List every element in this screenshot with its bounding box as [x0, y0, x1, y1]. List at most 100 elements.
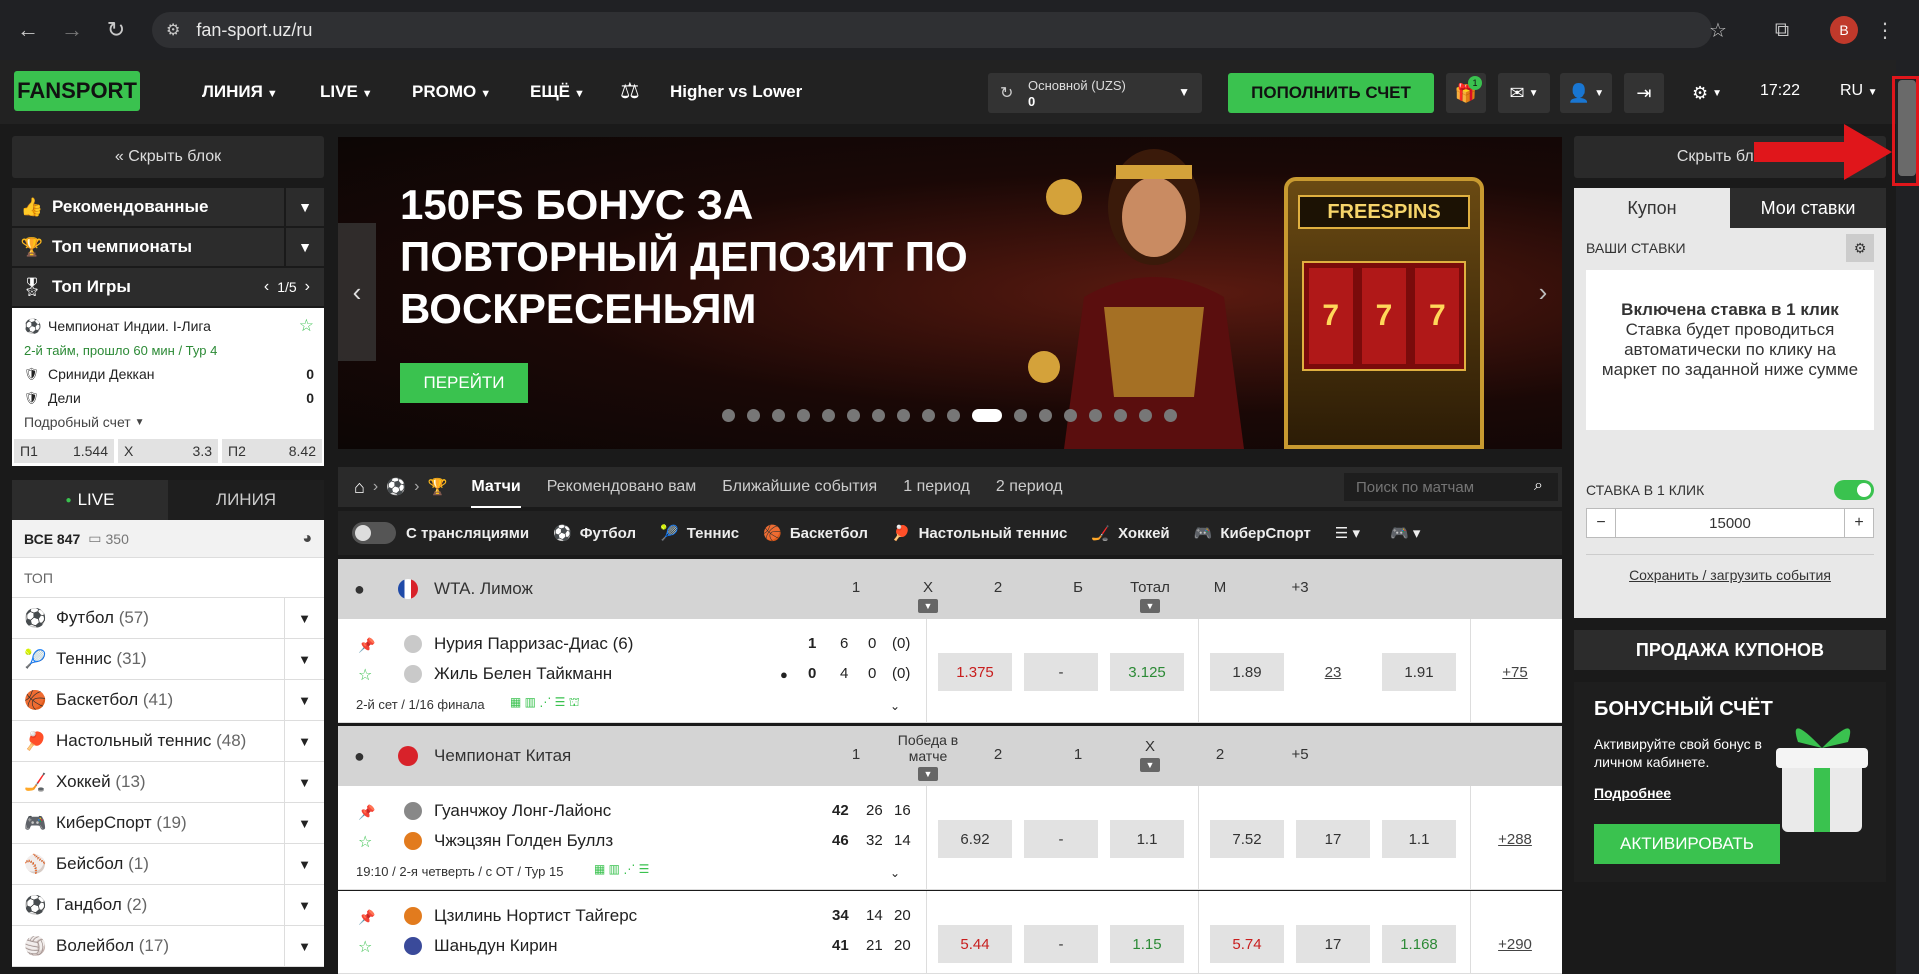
odd-cell[interactable]: 1.91	[1382, 653, 1456, 691]
nav-live[interactable]: LIVE ▼	[320, 82, 373, 102]
tab-recommended[interactable]: Рекомендовано вам	[547, 478, 697, 496]
prev-arrow-icon[interactable]: ‹	[264, 278, 269, 296]
tab-coupon[interactable]: Купон	[1574, 188, 1730, 228]
tab-period-2[interactable]: 2 период	[996, 478, 1063, 496]
sport-row[interactable]: 🏀 Баскетбол (41) ▼	[12, 680, 324, 721]
dot[interactable]	[1164, 409, 1177, 422]
odd-cell[interactable]: 5.44	[938, 925, 1012, 963]
clock-time[interactable]: 17:22	[1760, 82, 1800, 100]
logout-icon[interactable]: ⇥	[1624, 73, 1664, 113]
search-icon[interactable]: ⌕	[1534, 477, 1543, 495]
odd-cell[interactable]: 7.52	[1210, 820, 1284, 858]
odd-cell[interactable]: 17	[1296, 820, 1370, 858]
tab-upcoming[interactable]: Ближайшие события	[722, 478, 877, 496]
dot[interactable]	[897, 409, 910, 422]
odd-cell[interactable]: -	[1024, 653, 1098, 691]
odd-cell[interactable]: 1.89	[1210, 653, 1284, 691]
settings-gear-icon[interactable]: ⚙ ▼	[1682, 73, 1732, 113]
sport-row[interactable]: ⚽ Футбол (57) ▼	[12, 598, 324, 639]
filter-hockey[interactable]: 🏒 Хоккей	[1091, 524, 1169, 542]
nav-line[interactable]: ЛИНИЯ ▼	[202, 82, 278, 102]
extensions-icon[interactable]: ⧉	[1762, 10, 1802, 50]
trophy-icon[interactable]: 🏆	[427, 477, 447, 497]
streams-toggle[interactable]	[352, 522, 396, 544]
total-value[interactable]: 23	[1296, 653, 1370, 691]
tab-live[interactable]: ● LIVE	[12, 480, 168, 520]
odd-x[interactable]: Х 3.3	[118, 439, 218, 463]
recommended-section[interactable]: 👍 Рекомендованные ▼	[12, 188, 324, 228]
save-load-events-link[interactable]: Сохранить / загрузить события	[1586, 554, 1874, 583]
top-championships-section[interactable]: 🏆 Топ чемпионаты ▼	[12, 228, 324, 268]
col-more-markets[interactable]: +3	[1260, 579, 1340, 596]
oneclick-toggle[interactable]	[1834, 480, 1874, 500]
chevron-down-icon[interactable]: ▼	[284, 228, 324, 266]
chevron-down-icon[interactable]: ▼	[284, 803, 324, 843]
user-icon[interactable]: 👤 ▼	[1560, 73, 1612, 113]
banner-prev-arrow-icon[interactable]: ‹	[338, 223, 376, 361]
globe-icon[interactable]: ◕	[302, 530, 312, 548]
chevron-down-icon[interactable]: ▼	[284, 721, 324, 761]
deposit-button[interactable]: ПОПОЛНИТЬ СЧЕТ	[1228, 73, 1434, 113]
sell-coupons-button[interactable]: ПРОДАЖА КУПОНОВ	[1574, 630, 1886, 670]
top-game-card[interactable]: ⚽ Чемпионат Индии. I-Лига ☆ 2-й тайм, прош…	[12, 308, 324, 466]
chevron-down-icon[interactable]: ▼	[284, 926, 324, 966]
banner-go-button[interactable]: ПЕРЕЙТИ	[400, 363, 528, 403]
dot[interactable]	[847, 409, 860, 422]
balance-selector[interactable]: ↻ Основной (UZS) 0 ▼	[988, 73, 1202, 113]
pin-icon[interactable]: 📌	[358, 637, 375, 654]
higher-lower-link[interactable]: Higher vs Lower	[670, 82, 802, 102]
dot[interactable]	[822, 409, 835, 422]
language-selector[interactable]: RU ▼	[1840, 82, 1877, 100]
chevron-down-icon[interactable]: ▼	[284, 844, 324, 884]
sport-row[interactable]: ⚽ Гандбол (2) ▼	[12, 885, 324, 926]
filter-football[interactable]: ⚽ Футбол	[553, 524, 636, 542]
more-sports-icon[interactable]: ☰ ▾	[1335, 524, 1360, 542]
fansport-logo[interactable]: FANSPORT	[14, 71, 140, 111]
stats-icons[interactable]: ▦ ▥ ⋰ ☰	[594, 862, 649, 876]
tab-matches[interactable]: Матчи	[471, 478, 521, 508]
more-markets-link[interactable]: +290	[1478, 925, 1552, 963]
pin-icon[interactable]: 📌	[358, 909, 375, 926]
odd-cell[interactable]: 6.92	[938, 820, 1012, 858]
dot[interactable]	[1064, 409, 1077, 422]
odd-cell[interactable]: 17	[1296, 925, 1370, 963]
favorite-star-icon[interactable]: ☆	[358, 665, 372, 685]
site-settings-icon[interactable]: ⚙	[166, 20, 180, 40]
banner-next-arrow-icon[interactable]: ›	[1524, 223, 1562, 361]
stats-icons[interactable]: ▦ ▥ ⋰ ☰ ⛫	[510, 695, 580, 711]
col-match-winner[interactable]: Победа в матче ▼	[888, 732, 968, 781]
favorite-star-icon[interactable]: ☆	[299, 316, 314, 336]
address-bar[interactable]: ⚙ fan-sport.uz/ru	[152, 12, 1712, 48]
gift-icon[interactable]: 🎁 1	[1446, 73, 1486, 113]
dot-active[interactable]	[972, 409, 1002, 422]
col-x[interactable]: X ▼	[888, 579, 968, 613]
dot[interactable]	[947, 409, 960, 422]
sport-row[interactable]: 🏒 Хоккей (13) ▼	[12, 762, 324, 803]
odd-cell[interactable]: 1.15	[1110, 925, 1184, 963]
ball-icon[interactable]: ⚽	[386, 477, 406, 497]
dot[interactable]	[1014, 409, 1027, 422]
tab-line[interactable]: ЛИНИЯ	[168, 480, 324, 520]
chevron-down-icon[interactable]: ▼	[284, 598, 324, 638]
mail-icon[interactable]: ✉ ▼	[1498, 73, 1550, 113]
refresh-icon[interactable]: ↻	[1000, 83, 1013, 103]
dot[interactable]	[872, 409, 885, 422]
sport-row[interactable]: 🏓 Настольный теннис (48) ▼	[12, 721, 324, 762]
favorite-star-icon[interactable]: ☆	[358, 832, 372, 852]
filter-basketball[interactable]: 🏀 Баскетбол	[763, 524, 868, 542]
forward-icon[interactable]: →	[52, 10, 92, 50]
chevron-down-icon[interactable]: ▼	[284, 639, 324, 679]
stake-input[interactable]	[1616, 508, 1844, 538]
more-markets-link[interactable]: +75	[1478, 653, 1552, 691]
match-row-2[interactable]: 📌 ☆ Гуанчжоу Лонг-Лайонс Чжэцзян Голден …	[338, 786, 1562, 890]
odd-cell[interactable]: 1.1	[1382, 820, 1456, 858]
dot[interactable]	[1039, 409, 1052, 422]
sport-row[interactable]: 🎮 КиберСпорт (19) ▼	[12, 803, 324, 844]
reload-icon[interactable]: ↻	[96, 10, 136, 50]
pin-icon[interactable]: 📌	[358, 804, 375, 821]
odd-p2[interactable]: П2 8.42	[222, 439, 322, 463]
odd-cell[interactable]: 1.375	[938, 653, 1012, 691]
filter-esports[interactable]: 🎮 КиберСпорт	[1194, 524, 1311, 542]
odd-cell[interactable]: 3.125	[1110, 653, 1184, 691]
activate-button[interactable]: АКТИВИРОВАТЬ	[1594, 824, 1780, 864]
